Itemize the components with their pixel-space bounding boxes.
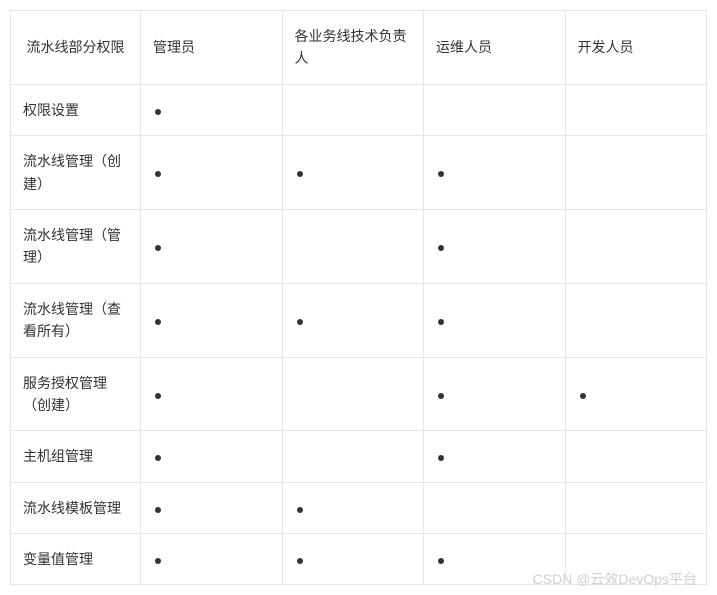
permission-cell bbox=[282, 84, 424, 135]
row-label: 流水线管理（查看所有） bbox=[11, 283, 141, 357]
dot-icon bbox=[438, 245, 444, 251]
permissions-table: 流水线部分权限 管理员 各业务线技术负责人 运维人员 开发人员 权限设置流水线管… bbox=[10, 10, 707, 585]
permission-cell bbox=[282, 283, 424, 357]
dot-icon bbox=[155, 393, 161, 399]
permission-cell bbox=[141, 534, 283, 585]
dot-icon bbox=[155, 455, 161, 461]
row-label: 流水线管理（管理） bbox=[11, 209, 141, 283]
permission-cell bbox=[141, 209, 283, 283]
table-row: 主机组管理 bbox=[11, 431, 707, 482]
permission-cell bbox=[141, 482, 283, 533]
permission-cell bbox=[424, 283, 566, 357]
permission-cell bbox=[141, 431, 283, 482]
permission-cell bbox=[565, 84, 707, 135]
permission-cell bbox=[282, 482, 424, 533]
dot-icon bbox=[438, 319, 444, 325]
permission-cell bbox=[282, 534, 424, 585]
row-label: 服务授权管理（创建） bbox=[11, 357, 141, 431]
dot-icon bbox=[297, 319, 303, 325]
header-ops: 运维人员 bbox=[424, 11, 566, 85]
row-label: 变量值管理 bbox=[11, 534, 141, 585]
permission-cell bbox=[424, 136, 566, 210]
permission-cell bbox=[565, 534, 707, 585]
permission-cell bbox=[424, 357, 566, 431]
dot-icon bbox=[155, 171, 161, 177]
permission-cell bbox=[565, 209, 707, 283]
permission-cell bbox=[141, 357, 283, 431]
row-label: 流水线管理（创建） bbox=[11, 136, 141, 210]
table-row: 权限设置 bbox=[11, 84, 707, 135]
permission-cell bbox=[282, 431, 424, 482]
dot-icon bbox=[155, 109, 161, 115]
permission-cell bbox=[565, 431, 707, 482]
row-label: 流水线模板管理 bbox=[11, 482, 141, 533]
header-admin: 管理员 bbox=[141, 11, 283, 85]
permission-cell bbox=[141, 283, 283, 357]
dot-icon bbox=[155, 319, 161, 325]
permission-cell bbox=[565, 357, 707, 431]
header-dev: 开发人员 bbox=[565, 11, 707, 85]
dot-icon bbox=[155, 558, 161, 564]
dot-icon bbox=[155, 245, 161, 251]
table-row: 变量值管理 bbox=[11, 534, 707, 585]
dot-icon bbox=[438, 455, 444, 461]
dot-icon bbox=[438, 558, 444, 564]
dot-icon bbox=[580, 393, 586, 399]
table-row: 服务授权管理（创建） bbox=[11, 357, 707, 431]
permission-cell bbox=[424, 431, 566, 482]
row-label: 权限设置 bbox=[11, 84, 141, 135]
permission-cell bbox=[424, 482, 566, 533]
row-label: 主机组管理 bbox=[11, 431, 141, 482]
header-biz-lead: 各业务线技术负责人 bbox=[282, 11, 424, 85]
permission-cell bbox=[424, 209, 566, 283]
header-row: 流水线部分权限 管理员 各业务线技术负责人 运维人员 开发人员 bbox=[11, 11, 707, 85]
table-row: 流水线管理（查看所有） bbox=[11, 283, 707, 357]
permission-cell bbox=[424, 534, 566, 585]
table-row: 流水线管理（管理） bbox=[11, 209, 707, 283]
header-permission: 流水线部分权限 bbox=[11, 11, 141, 85]
permission-cell bbox=[565, 482, 707, 533]
permission-cell bbox=[141, 84, 283, 135]
dot-icon bbox=[438, 171, 444, 177]
table-row: 流水线管理（创建） bbox=[11, 136, 707, 210]
permission-cell bbox=[282, 136, 424, 210]
permission-cell bbox=[565, 136, 707, 210]
permission-cell bbox=[141, 136, 283, 210]
dot-icon bbox=[297, 171, 303, 177]
permission-cell bbox=[565, 283, 707, 357]
dot-icon bbox=[297, 558, 303, 564]
permission-cell bbox=[282, 357, 424, 431]
table-row: 流水线模板管理 bbox=[11, 482, 707, 533]
permission-cell bbox=[282, 209, 424, 283]
table-body: 权限设置流水线管理（创建）流水线管理（管理）流水线管理（查看所有）服务授权管理（… bbox=[11, 84, 707, 585]
permission-cell bbox=[424, 84, 566, 135]
dot-icon bbox=[438, 393, 444, 399]
